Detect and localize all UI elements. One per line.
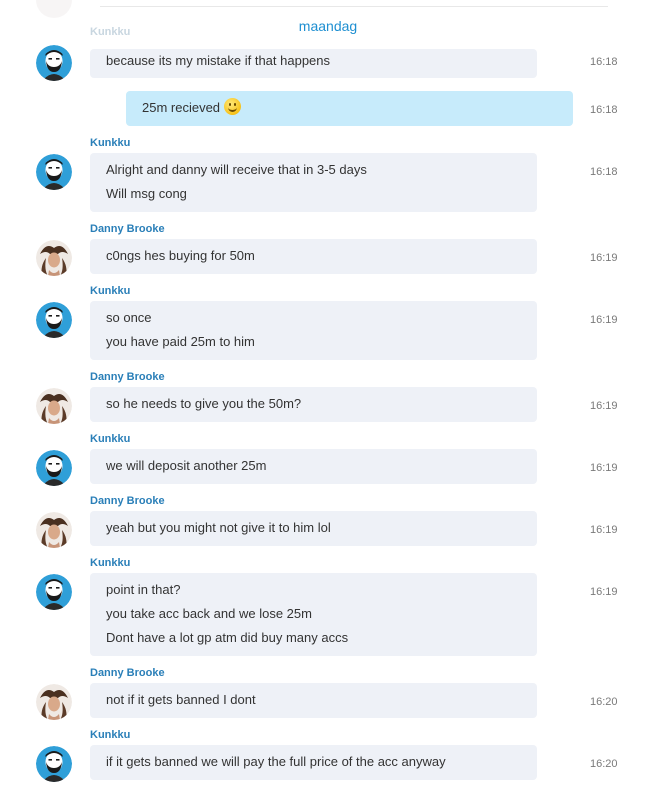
message-bubble[interactable]: Alright and danny will receive that in 3…	[90, 153, 537, 212]
bearded-face-icon	[36, 746, 72, 782]
message-time: 16:18	[590, 166, 618, 178]
date-divider-label: maandag	[298, 18, 358, 34]
message-bubble[interactable]: not if it gets banned I dont	[90, 683, 537, 718]
message-time: 16:19	[590, 524, 618, 536]
message-time: 16:19	[590, 586, 618, 598]
kunkku-avatar[interactable]	[36, 574, 72, 610]
message-bubble[interactable]: yeah but you might not give it to him lo…	[90, 511, 537, 546]
kunkku-avatar[interactable]	[36, 302, 72, 338]
message-time: 16:19	[590, 314, 618, 326]
danny-brooke-avatar[interactable]	[36, 240, 72, 276]
sender-name: Danny Brooke	[90, 667, 165, 679]
message-text: 25m recieved	[142, 96, 557, 120]
message-text: so once	[106, 310, 152, 325]
message-time: 16:18	[590, 104, 618, 116]
kunkku-avatar[interactable]	[36, 154, 72, 190]
message-bubble[interactable]: point in that? you take acc back and we …	[90, 573, 537, 656]
avatar-partial	[36, 0, 72, 18]
bearded-face-icon	[36, 154, 72, 190]
message-text: so he needs to give you the 50m?	[106, 396, 302, 411]
sender-name: Danny Brooke	[90, 223, 165, 235]
message-time: 16:20	[590, 758, 618, 770]
message-text: not if it gets banned I dont	[106, 692, 256, 707]
message-text: point in that?	[106, 582, 181, 597]
chat-history[interactable]: Kunkku maandag because its my mistake if…	[0, 0, 668, 790]
date-divider-line	[100, 6, 608, 7]
bearded-face-icon	[36, 574, 72, 610]
message-time: 16:20	[590, 696, 618, 708]
sender-name: Kunkku	[90, 285, 131, 297]
own-message-bubble[interactable]: 25m recieved	[126, 91, 573, 126]
message-bubble[interactable]: we will deposit another 25m	[90, 449, 537, 484]
message-text: you take acc back and we lose 25m	[106, 606, 312, 621]
kunkku-avatar[interactable]	[36, 746, 72, 782]
message-bubble[interactable]: so he needs to give you the 50m?	[90, 387, 537, 422]
kunkku-avatar[interactable]	[36, 45, 72, 81]
message-time: 16:19	[590, 400, 618, 412]
sender-name: Danny Brooke	[90, 371, 165, 383]
message-time: 16:19	[590, 462, 618, 474]
kunkku-avatar[interactable]	[36, 450, 72, 486]
danny-brooke-avatar[interactable]	[36, 684, 72, 720]
message-text: c0ngs hes buying for 50m	[106, 248, 255, 263]
person-photo-icon	[36, 684, 72, 720]
bearded-face-icon	[36, 450, 72, 486]
bearded-face-icon	[36, 45, 72, 81]
message-time: 16:19	[590, 252, 618, 264]
danny-brooke-avatar[interactable]	[36, 512, 72, 548]
message-bubble[interactable]: so once you have paid 25m to him	[90, 301, 537, 360]
message-text: because its my mistake if that happens	[106, 53, 331, 68]
person-photo-icon	[36, 388, 72, 424]
person-photo-icon	[36, 512, 72, 548]
danny-brooke-avatar[interactable]	[36, 388, 72, 424]
sender-name: Danny Brooke	[90, 495, 165, 507]
message-bubble[interactable]: if it gets banned we will pay the full p…	[90, 745, 537, 780]
message-text: Will msg cong	[106, 186, 187, 201]
bearded-face-icon	[36, 302, 72, 338]
person-photo-icon	[36, 240, 72, 276]
message-text: we will deposit another 25m	[106, 458, 267, 473]
sender-name: Kunkku	[90, 433, 131, 445]
message-text: Alright and danny will receive that in 3…	[106, 162, 367, 177]
message-time: 16:18	[590, 56, 618, 68]
smile-emoji-icon	[224, 98, 242, 115]
message-text: Dont have a lot gp atm did buy many accs	[106, 630, 349, 645]
message-text: you have paid 25m to him	[106, 334, 255, 349]
message-bubble[interactable]: c0ngs hes buying for 50m	[90, 239, 537, 274]
message-bubble[interactable]: because its my mistake if that happens	[90, 49, 537, 78]
sender-name: Kunkku	[90, 729, 131, 741]
sender-name: Kunkku	[90, 557, 131, 569]
message-text: yeah but you might not give it to him lo…	[106, 520, 331, 535]
message-text: if it gets banned we will pay the full p…	[106, 754, 446, 769]
sender-name: Kunkku	[90, 137, 131, 149]
